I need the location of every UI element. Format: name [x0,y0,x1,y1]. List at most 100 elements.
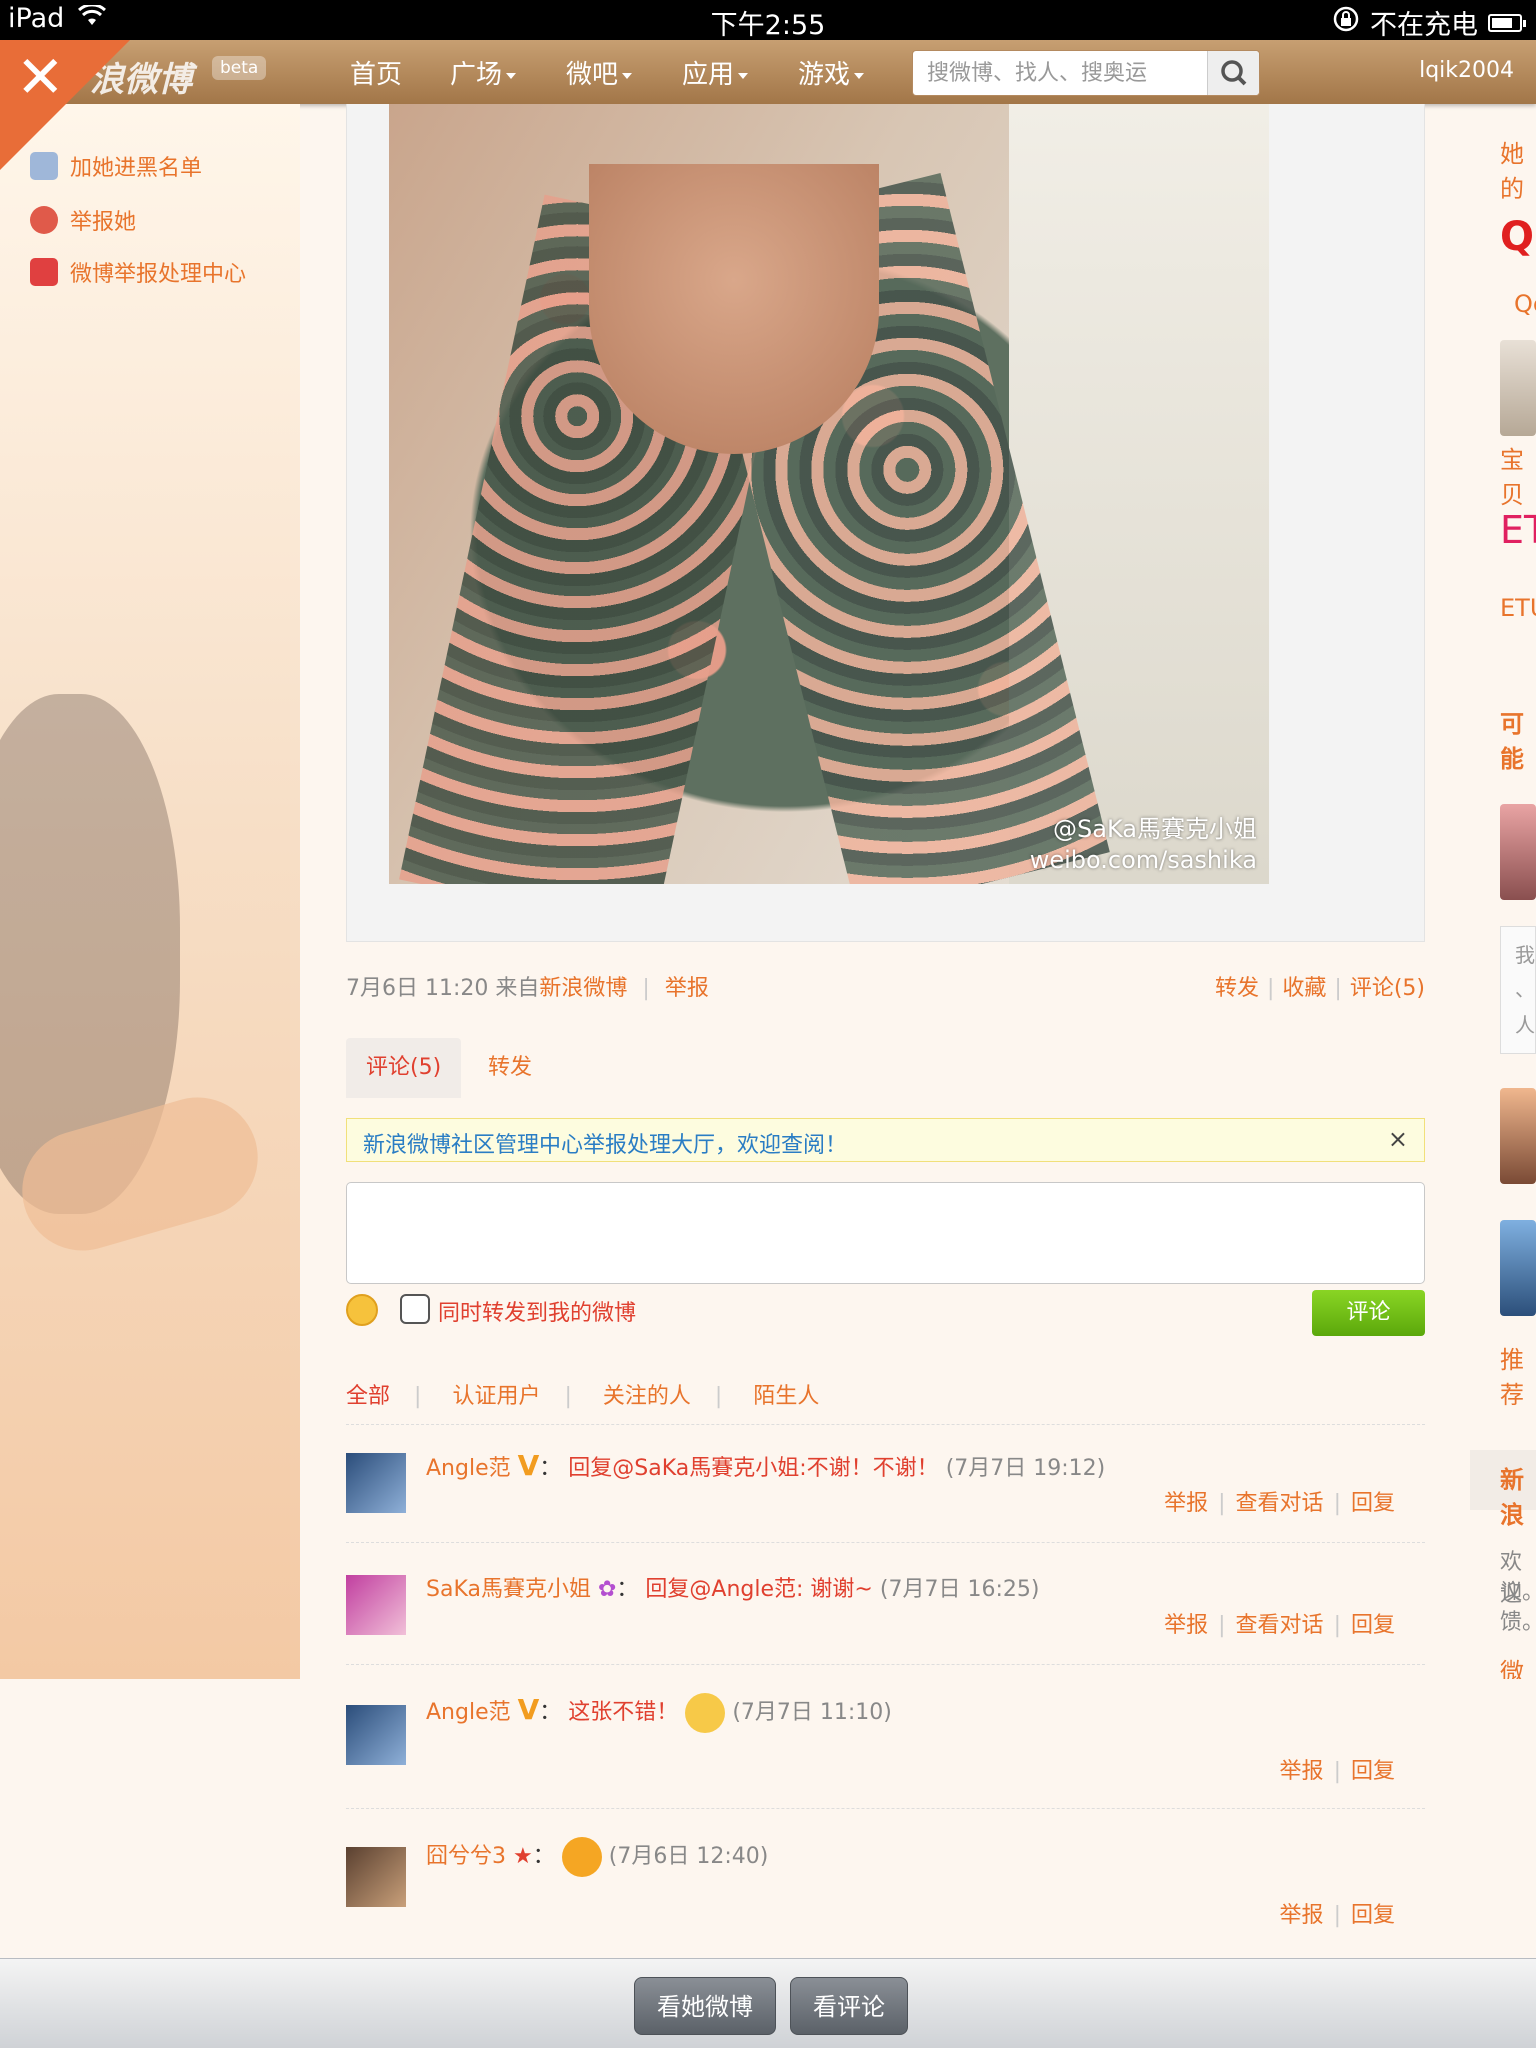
view-comments-button[interactable]: 看评论 [790,1977,908,2035]
comment-report[interactable]: 举报 [1280,1759,1324,1784]
comment-report[interactable]: 举报 [1280,1903,1324,1928]
chevron-down-icon [506,72,517,79]
nav-square-label: 广场 [450,60,503,90]
tab-reposts[interactable]: 转发 [468,1038,552,1098]
avatar[interactable] [346,1705,406,1765]
repost-checkbox[interactable] [400,1294,430,1324]
comment-body: 囧兮兮3 ★： (7月6日 12:40) [426,1837,768,1877]
nav-square[interactable]: 广场 [450,54,517,91]
post-source-link[interactable]: 新浪微博 [539,976,627,1001]
avatar[interactable] [346,1453,406,1513]
comment-report[interactable]: 举报 [1164,1491,1208,1516]
nav-home[interactable]: 首页 [350,54,402,91]
right-sidebar-avatar[interactable] [1500,804,1536,900]
comment-textarea[interactable] [347,1183,1424,1283]
search-button[interactable] [1207,51,1259,95]
emoji-icon [561,1837,602,1877]
rotation-lock-icon [1332,5,1360,40]
right-sidebar-thumbnail[interactable] [1500,340,1536,436]
username-link[interactable]: lqik2004 [1419,58,1514,83]
right-sidebar-link[interactable]: Qc [1514,290,1536,318]
right-sidebar-logo[interactable]: ET [1500,508,1536,552]
right-sidebar-link[interactable]: 推荐 [1500,1340,1536,1410]
comment-separator: ： [616,1577,639,1602]
right-sidebar-card: 我 、 人 [1500,926,1536,1054]
comment-author[interactable]: SaKa馬賽克小姐 [426,1577,591,1602]
filter-strangers[interactable]: 陌生人 [753,1384,819,1409]
right-sidebar-heading: 可能 [1500,710,1524,773]
post-actions: 转发 | 收藏 | 评论(5) [1214,976,1425,1001]
comment-input-box [346,1182,1425,1284]
repost-checkbox-label[interactable]: 同时转发到我的微博 [438,1295,636,1327]
bottom-toolbar: 看她微博 看评论 [0,1958,1536,2048]
notice-close-icon[interactable]: × [1388,1125,1408,1153]
photo-watermark: @SaKa馬賽克小姐 weibo.com/sashika [1030,814,1257,876]
comment-reply[interactable]: 回复 [1351,1613,1395,1638]
emoji-icon [685,1693,726,1733]
search-input[interactable] [927,57,1227,89]
comment-report[interactable]: 举报 [1164,1613,1208,1638]
bunny-badge-icon: ✿ [597,1577,617,1602]
nav-apps-label: 应用 [682,60,735,90]
filter-all[interactable]: 全部 [346,1384,390,1409]
comment-reply[interactable]: 回复 [1351,1759,1395,1784]
photo-skin [589,164,879,454]
view-her-weibo-button[interactable]: 看她微博 [634,1977,776,2035]
post-photo[interactable]: @SaKa馬賽克小姐 weibo.com/sashika [389,104,1269,884]
comment-author[interactable]: Angle范 [426,1456,511,1481]
right-sidebar-text: 议。 [1500,1580,1536,1605]
right-sidebar-link[interactable]: ETU [1500,594,1536,622]
submit-comment-button[interactable]: 评论 [1312,1290,1425,1336]
verified-badge-icon: V [517,1693,540,1726]
comment-author[interactable]: 囧兮兮3 [426,1844,506,1869]
nav-games[interactable]: 游戏 [798,54,865,91]
right-sidebar-section-header: 新浪 [1470,1450,1536,1529]
search-icon [1221,60,1247,86]
right-sidebar-avatar[interactable] [1500,1220,1536,1316]
post-report-link[interactable]: 举报 [665,976,709,1001]
right-sidebar-card-text: 人 [1515,1013,1535,1037]
filter-following[interactable]: 关注的人 [603,1384,691,1409]
comment-count-link[interactable]: 评论(5) [1350,976,1425,1001]
beta-badge: beta [212,56,267,80]
repost-link[interactable]: 转发 [1215,976,1259,1001]
tab-comments[interactable]: 评论(5) [346,1038,462,1098]
filter-verified[interactable]: 认证用户 [452,1384,540,1409]
right-sidebar-link[interactable]: 微 [1500,1652,1524,1679]
list-item: 囧兮兮3 ★： (7月6日 12:40) 举报 | 回复 [346,1808,1425,1950]
sidebar-item-label: 微博举报处理中心 [70,262,247,287]
comment-separator: ： [539,1700,562,1725]
comment-actions: 举报 | 查看对话 | 回复 [1164,1613,1395,1638]
favorite-link[interactable]: 收藏 [1282,976,1326,1001]
comment-time: (7月7日 16:25) [879,1577,1040,1602]
avatar[interactable] [346,1847,406,1907]
notice-link[interactable]: 新浪微博社区管理中心举报处理大厅，欢迎查阅！ [363,1127,847,1159]
comment-reply[interactable]: 回复 [1351,1903,1395,1928]
comment-actions: 举报 | 查看对话 | 回复 [1164,1491,1395,1516]
charging-status: 不在充电 [1370,10,1478,41]
right-sidebar-card-text: 我 [1515,943,1535,967]
right-sidebar-link[interactable]: 宝贝 [1500,440,1536,510]
right-sidebar: 她的 Q Qc 宝贝 ET ETU 可能 我 、 人 推荐 新浪 欢迎 议。 馈… [1470,104,1536,1679]
avatar[interactable] [346,1575,406,1635]
right-sidebar-logo[interactable]: Q [1500,214,1534,260]
nav-apps[interactable]: 应用 [682,54,749,91]
comment-reply[interactable]: 回复 [1351,1491,1395,1516]
emoji-icon[interactable] [346,1294,378,1326]
sidebar-item-report[interactable]: 举报她 [30,204,136,236]
right-sidebar-avatar[interactable] [1500,1088,1536,1184]
sidebar-item-report-center[interactable]: 微博举报处理中心 [30,256,246,288]
search-box [912,50,1260,96]
comment-author[interactable]: Angle范 [426,1700,511,1725]
comment-text: 回复@SaKa馬賽克小姐:不谢！不谢！ [568,1456,939,1481]
right-sidebar-card-text: 、 [1515,977,1535,1001]
nav-weiba-label: 微吧 [566,60,619,90]
comment-view-conversation[interactable]: 查看对话 [1236,1491,1324,1516]
nav-weiba[interactable]: 微吧 [566,54,633,91]
comment-actions: 举报 | 回复 [1279,1903,1395,1928]
comment-view-conversation[interactable]: 查看对话 [1236,1613,1324,1638]
battery-icon [1488,13,1526,32]
right-sidebar-text: 馈。 [1500,1610,1536,1635]
sidebar-item-blacklist[interactable]: 加她进黑名单 [30,150,202,182]
comment-body: SaKa馬賽克小姐 ✿： 回复@Angle范: 谢谢~ (7月7日 16:25) [426,1571,1039,1603]
